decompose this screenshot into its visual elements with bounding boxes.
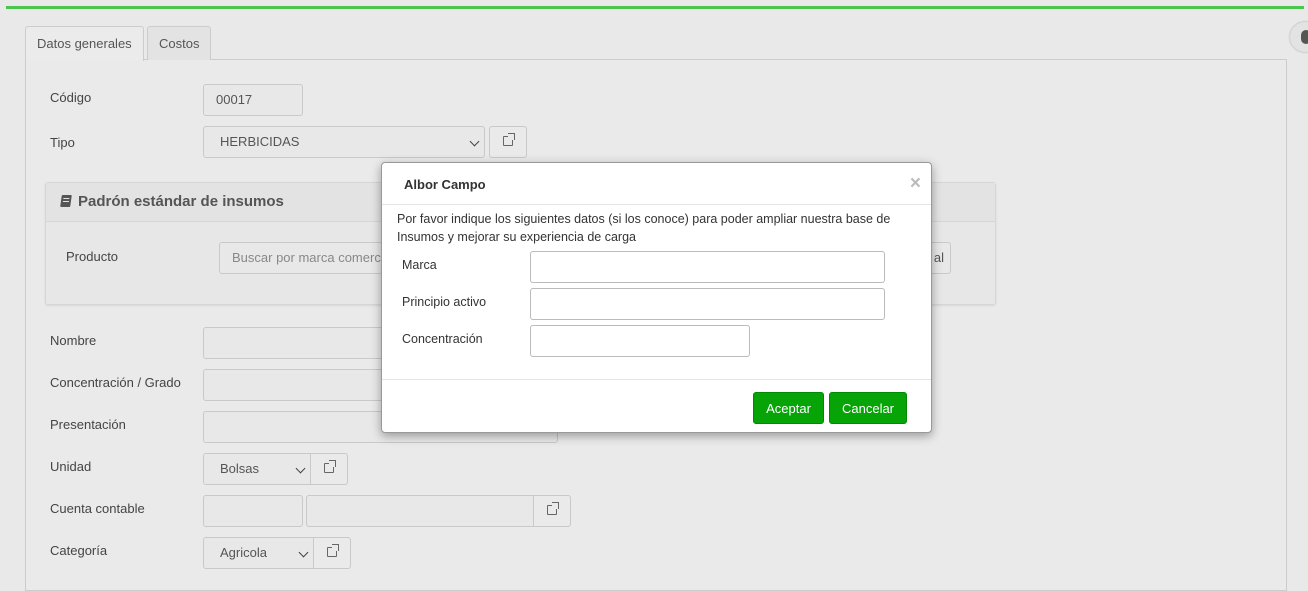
concentracion-input[interactable] xyxy=(530,325,750,357)
marca-label: Marca xyxy=(402,258,437,272)
modal-footer-divider xyxy=(382,379,931,380)
tab-datos-generales[interactable]: Datos generales xyxy=(25,26,144,61)
cancel-button[interactable]: Cancelar xyxy=(829,392,907,424)
modal-title: Albor Campo xyxy=(404,177,486,192)
concentracion-label: Concentración xyxy=(402,332,483,346)
principio-activo-label: Principio activo xyxy=(402,295,487,309)
close-icon[interactable]: × xyxy=(910,174,921,193)
accept-button[interactable]: Aceptar xyxy=(753,392,824,424)
albor-campo-modal: Albor Campo × Por favor indique los sigu… xyxy=(381,162,932,433)
marca-input[interactable] xyxy=(530,251,885,283)
modal-header: Albor Campo × xyxy=(382,163,931,205)
principio-activo-input[interactable] xyxy=(530,288,885,320)
modal-message: Por favor indique los siguientes datos (… xyxy=(397,212,891,244)
